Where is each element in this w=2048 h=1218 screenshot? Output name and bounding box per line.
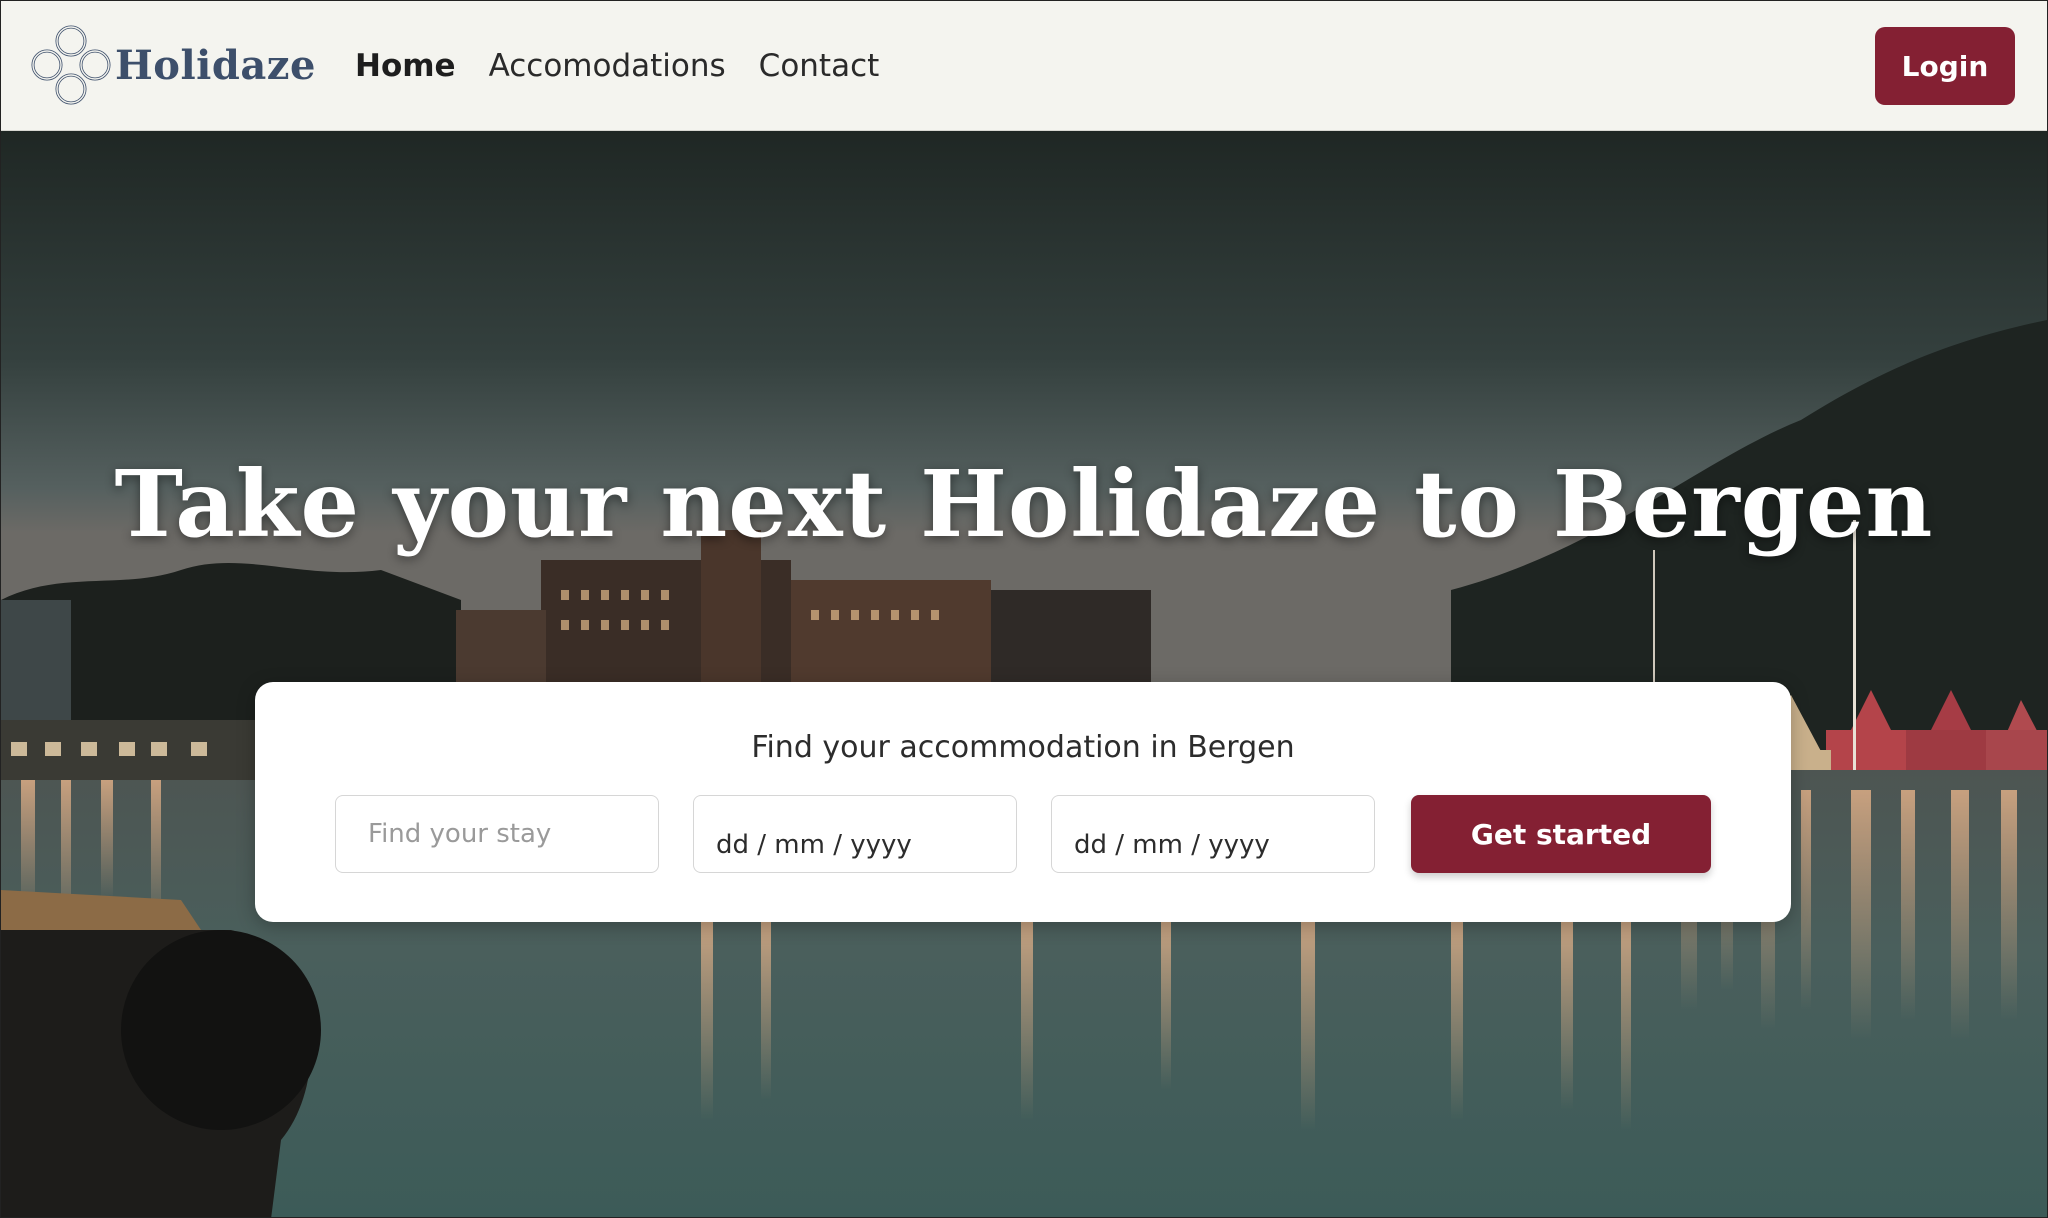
- checkin-date-value: dd / mm / yyyy: [716, 830, 912, 860]
- brand-name: Holidaze: [115, 41, 316, 89]
- login-button[interactable]: Login: [1875, 27, 2015, 105]
- get-started-button[interactable]: Get started: [1411, 795, 1711, 873]
- hero-section: Take your next Holidaze to Bergen Find y…: [1, 130, 2047, 1217]
- main-nav: Home Accomodations Contact: [355, 1, 879, 130]
- search-heading: Find your accommodation in Bergen: [751, 730, 1295, 765]
- navbar: Holidaze Home Accomodations Contact Logi…: [1, 1, 2047, 131]
- search-card: Find your accommodation in Bergen dd / m…: [255, 682, 1791, 922]
- checkout-date-input[interactable]: dd / mm / yyyy: [1051, 795, 1375, 873]
- browser-window: Holidaze Home Accomodations Contact Logi…: [0, 0, 2048, 1218]
- stay-search-input[interactable]: [336, 796, 658, 872]
- celtic-knot-icon: [29, 23, 113, 107]
- brand-logo-link[interactable]: Holidaze: [29, 23, 316, 107]
- hero-title: Take your next Holidaze to Bergen: [114, 450, 1934, 558]
- checkout-date-value: dd / mm / yyyy: [1074, 830, 1270, 860]
- nav-link-contact[interactable]: Contact: [759, 48, 880, 84]
- checkin-date-input[interactable]: dd / mm / yyyy: [693, 795, 1017, 873]
- hero-background-image: [1, 130, 2047, 1217]
- nav-link-accomodations[interactable]: Accomodations: [489, 48, 726, 84]
- stay-search-field: [335, 795, 659, 873]
- nav-link-home[interactable]: Home: [355, 48, 456, 84]
